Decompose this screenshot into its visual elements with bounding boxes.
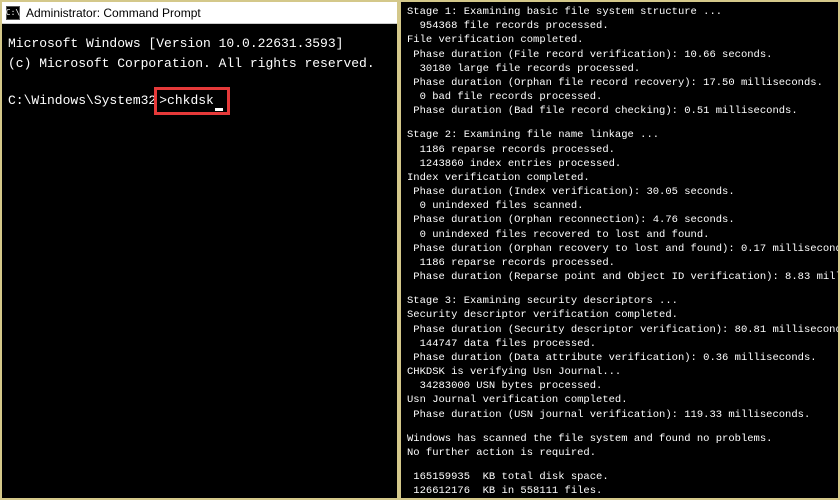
cmd-icon: C:\ [6,6,20,20]
output-line: 126612176 KB in 558111 files. [407,484,832,498]
output-line: Phase duration (Index verification): 30.… [407,185,832,199]
output-line: Windows has scanned the file system and … [407,432,832,446]
command-text: >chkdsk [159,93,214,108]
output-line: 0 bad file records processed. [407,90,832,104]
version-line: Microsoft Windows [Version 10.0.22631.35… [8,34,391,54]
output-line: 144747 data files processed. [407,337,832,351]
command-highlight: >chkdsk [154,87,230,115]
output-line: Phase duration (File record verification… [407,48,832,62]
output-line: Phase duration (Data attribute verificat… [407,351,832,365]
output-line: 1243860 index entries processed. [407,157,832,171]
window-titlebar[interactable]: C:\ Administrator: Command Prompt [2,2,397,24]
output-line [407,460,832,470]
copyright-line: (c) Microsoft Corporation. All rights re… [8,54,391,74]
prompt-line[interactable]: C:\Windows\System32 >chkdsk [8,87,391,115]
output-line: 165159935 KB total disk space. [407,470,832,484]
output-line: CHKDSK is verifying Usn Journal... [407,365,832,379]
output-line: Phase duration (Reparse point and Object… [407,270,832,284]
output-line: Phase duration (Orphan reconnection): 4.… [407,213,832,227]
output-line: 1186 reparse records processed. [407,256,832,270]
output-line: Phase duration (Orphan file record recov… [407,76,832,90]
output-line: 0 unindexed files recovered to lost and … [407,228,832,242]
output-line [407,422,832,432]
right-output-panel[interactable]: Stage 1: Examining basic file system str… [401,2,838,498]
output-line [407,284,832,294]
output-line: Usn Journal verification completed. [407,393,832,407]
output-line: 0 unindexed files scanned. [407,199,832,213]
terminal-content-left[interactable]: Microsoft Windows [Version 10.0.22631.35… [2,24,397,125]
window-title: Administrator: Command Prompt [26,6,201,20]
left-terminal-panel: C:\ Administrator: Command Prompt Micros… [2,2,397,498]
prompt-path: C:\Windows\System32 [8,91,156,111]
output-line: Index verification completed. [407,171,832,185]
output-line: 30180 large file records processed. [407,62,832,76]
output-line: Phase duration (Security descriptor veri… [407,323,832,337]
output-line: File verification completed. [407,33,832,47]
output-line: Stage 1: Examining basic file system str… [407,5,832,19]
output-line: No further action is required. [407,446,832,460]
output-line: Security descriptor verification complet… [407,308,832,322]
output-line: 954368 file records processed. [407,19,832,33]
cursor [215,108,223,111]
output-line [407,118,832,128]
output-line: 1186 reparse records processed. [407,143,832,157]
output-line: Stage 3: Examining security descriptors … [407,294,832,308]
output-line: Phase duration (Bad file record checking… [407,104,832,118]
output-line: Phase duration (Orphan recovery to lost … [407,242,832,256]
output-line: Stage 2: Examining file name linkage ... [407,128,832,142]
output-line: 34283000 USN bytes processed. [407,379,832,393]
output-line: Phase duration (USN journal verification… [407,408,832,422]
